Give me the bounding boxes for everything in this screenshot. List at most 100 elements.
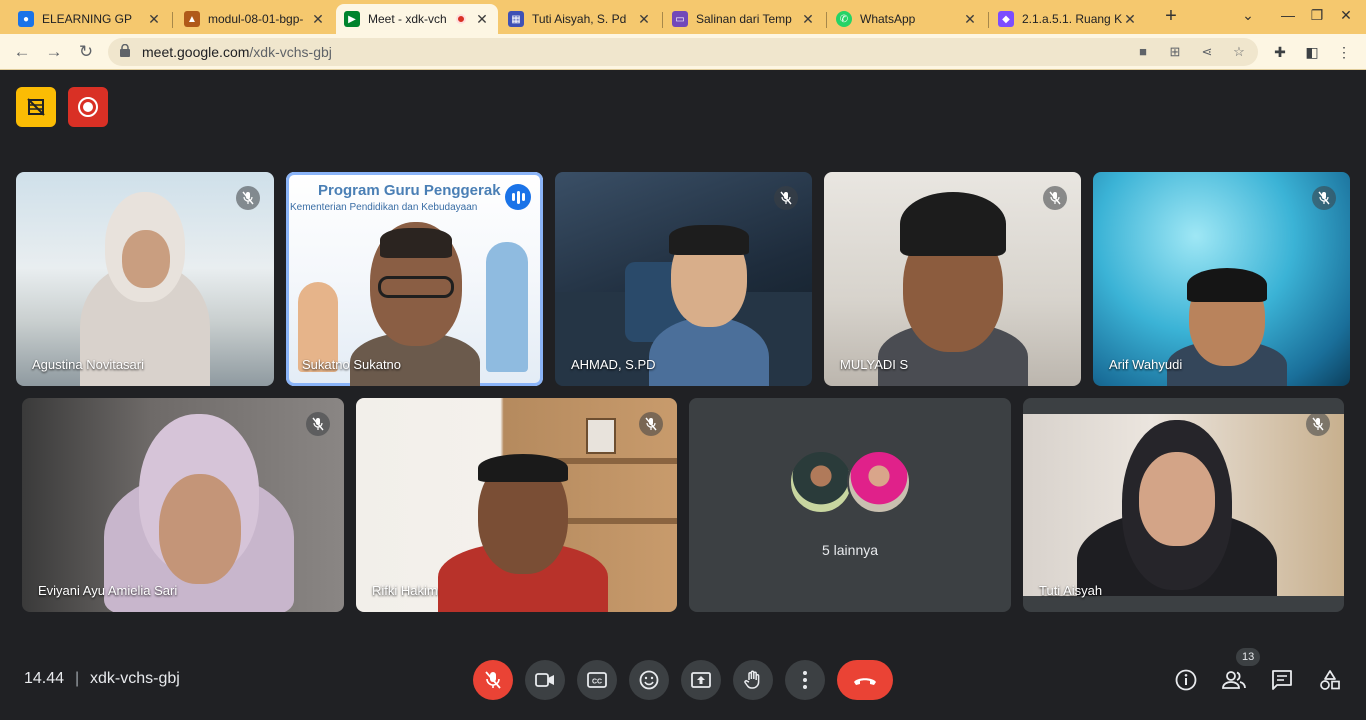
extensions-puzzle-icon[interactable]: ✚: [1270, 42, 1290, 62]
participant-tile[interactable]: Rifki Hakim: [356, 398, 677, 612]
browser-toolbar: ← → ↻ meet.google.com/xdk-vchs-gbj ■ ⊞ ⋖…: [0, 34, 1366, 70]
restore-window-icon[interactable]: ❐: [1307, 7, 1327, 24]
video-figure: [669, 225, 750, 255]
captions-off-indicator-button[interactable]: [16, 87, 56, 127]
browser-tab-meet[interactable]: ▶ Meet - xdk-vch ✕: [336, 4, 498, 34]
raise-hand-button[interactable]: [733, 660, 773, 700]
camera-in-use-icon[interactable]: ■: [1134, 43, 1152, 61]
participant-name: MULYADI S: [840, 357, 909, 372]
participant-tile[interactable]: AHMAD, S.PD: [555, 172, 812, 386]
close-tab-icon[interactable]: ✕: [800, 11, 816, 28]
others-count-label: 5 lainnya: [821, 542, 879, 558]
recording-indicator-icon: [456, 14, 466, 24]
browser-tab-ruang[interactable]: ◆ 2.1.a.5.1. Ruang K ✕: [990, 4, 1146, 34]
share-icon[interactable]: ⋖: [1198, 43, 1216, 61]
side-panel-icon[interactable]: ◧: [1302, 42, 1322, 62]
participant-tile-active-speaker[interactable]: Program Guru Penggerak Kementerian Pendi…: [286, 172, 543, 386]
mic-muted-icon: [639, 412, 663, 436]
close-tab-icon[interactable]: ✕: [146, 11, 162, 28]
virtual-background-subtitle: Kementerian Pendidikan dan Kebudayaan: [290, 202, 478, 213]
virtual-background-title: Program Guru Penggerak: [318, 182, 501, 199]
tab-title: Meet - xdk-vch: [368, 12, 447, 26]
participant-tile[interactable]: Tuti Aisyah: [1023, 398, 1344, 612]
others-tile[interactable]: 5 lainnya: [689, 398, 1011, 612]
participant-name: Arif Wahyudi: [1109, 357, 1183, 372]
tab-title: Salinan dari Temp: [696, 12, 792, 26]
back-arrow-icon[interactable]: ←: [10, 40, 34, 64]
google-meet-favicon-icon: ▶: [344, 11, 360, 27]
tab-title: WhatsApp: [860, 12, 916, 26]
translate-icon[interactable]: ⊞: [1166, 43, 1184, 61]
participant-video: [649, 225, 770, 386]
close-tab-icon[interactable]: ✕: [636, 11, 652, 28]
video-figure: [477, 454, 568, 482]
present-screen-icon: [691, 672, 711, 688]
browser-tab-salinan[interactable]: ▭ Salinan dari Temp ✕: [664, 4, 824, 34]
close-tab-icon[interactable]: ✕: [474, 11, 490, 28]
new-tab-button[interactable]: +: [1160, 6, 1182, 28]
video-figure: [122, 230, 170, 288]
address-bar[interactable]: meet.google.com/xdk-vchs-gbj ■ ⊞ ⋖ ☆: [108, 38, 1258, 66]
participant-name: Eviyani Ayu Amielia Sari: [38, 583, 178, 598]
forward-arrow-icon[interactable]: →: [42, 40, 66, 64]
others-avatar-group: [789, 450, 915, 516]
participant-name: Agustina Novitasari: [32, 357, 144, 372]
leave-call-button[interactable]: [837, 660, 893, 700]
people-button[interactable]: [1222, 668, 1246, 692]
tab-title: 2.1.a.5.1. Ruang K: [1022, 12, 1122, 26]
whatsapp-favicon-icon: ✆: [836, 11, 852, 27]
participant-tile[interactable]: Agustina Novitasari: [16, 172, 274, 386]
video-figure: [649, 317, 770, 386]
browser-tab-tuti[interactable]: ▦ Tuti Aisyah, S. Pd ✕: [500, 4, 660, 34]
closed-captions-icon: CC: [587, 672, 607, 688]
participant-name: Sukatno Sukatno: [302, 357, 402, 372]
mic-muted-icon: [306, 412, 330, 436]
participant-tile[interactable]: Eviyani Ayu Amielia Sari: [22, 398, 344, 612]
hang-up-phone-icon: [854, 678, 876, 685]
tab-search-chevron-icon[interactable]: ⌄: [1238, 7, 1258, 24]
avatar: [847, 450, 911, 514]
microphone-toggle-button[interactable]: [473, 660, 513, 700]
browser-tab-modul[interactable]: ▲ modul-08-01-bgp- ✕: [176, 4, 334, 34]
meeting-details-button[interactable]: [1174, 668, 1198, 692]
close-tab-icon[interactable]: ✕: [1122, 11, 1138, 28]
video-figure: [1186, 268, 1267, 302]
participant-name: AHMAD, S.PD: [571, 357, 656, 372]
participant-tile[interactable]: Arif Wahyudi: [1093, 172, 1350, 386]
tab-divider: [826, 12, 827, 28]
participant-tile[interactable]: MULYADI S: [824, 172, 1081, 386]
close-window-icon[interactable]: ✕: [1336, 7, 1356, 24]
meeting-info-separator: |: [75, 670, 80, 687]
activities-shapes-icon: [1320, 670, 1340, 690]
people-icon: [1222, 671, 1246, 689]
browser-tab-whatsapp[interactable]: ✆ WhatsApp ✕: [828, 4, 986, 34]
grid-off-icon: [27, 98, 45, 116]
lms-favicon-icon: ◆: [998, 11, 1014, 27]
meeting-code: xdk-vchs-gbj: [90, 670, 180, 687]
activities-button[interactable]: [1318, 668, 1342, 692]
chat-button[interactable]: [1270, 668, 1294, 692]
mic-muted-icon: [1043, 186, 1067, 210]
browser-menu-icon[interactable]: ⋮: [1334, 42, 1354, 62]
background-illustration: [486, 242, 528, 372]
camera-toggle-button[interactable]: [525, 660, 565, 700]
more-vertical-icon: [803, 671, 807, 689]
tab-divider: [988, 12, 989, 28]
more-options-button[interactable]: [785, 660, 825, 700]
record-icon: [78, 97, 98, 117]
mic-off-icon: [485, 671, 501, 689]
reactions-button[interactable]: [629, 660, 669, 700]
close-tab-icon[interactable]: ✕: [962, 11, 978, 28]
reload-icon[interactable]: ↻: [74, 40, 98, 64]
video-figure-group: [1077, 420, 1278, 596]
close-tab-icon[interactable]: ✕: [310, 11, 326, 28]
bookmark-star-icon[interactable]: ☆: [1230, 43, 1248, 61]
video-background: [586, 418, 616, 454]
url-text: meet.google.com/xdk-vchs-gbj: [142, 44, 332, 60]
captions-button[interactable]: CC: [577, 660, 617, 700]
minimize-window-icon[interactable]: —: [1278, 7, 1298, 23]
browser-tab-elearning[interactable]: ● ELEARNING GP ✕: [10, 4, 170, 34]
recording-button[interactable]: [68, 87, 108, 127]
mic-muted-icon: [774, 186, 798, 210]
present-screen-button[interactable]: [681, 660, 721, 700]
